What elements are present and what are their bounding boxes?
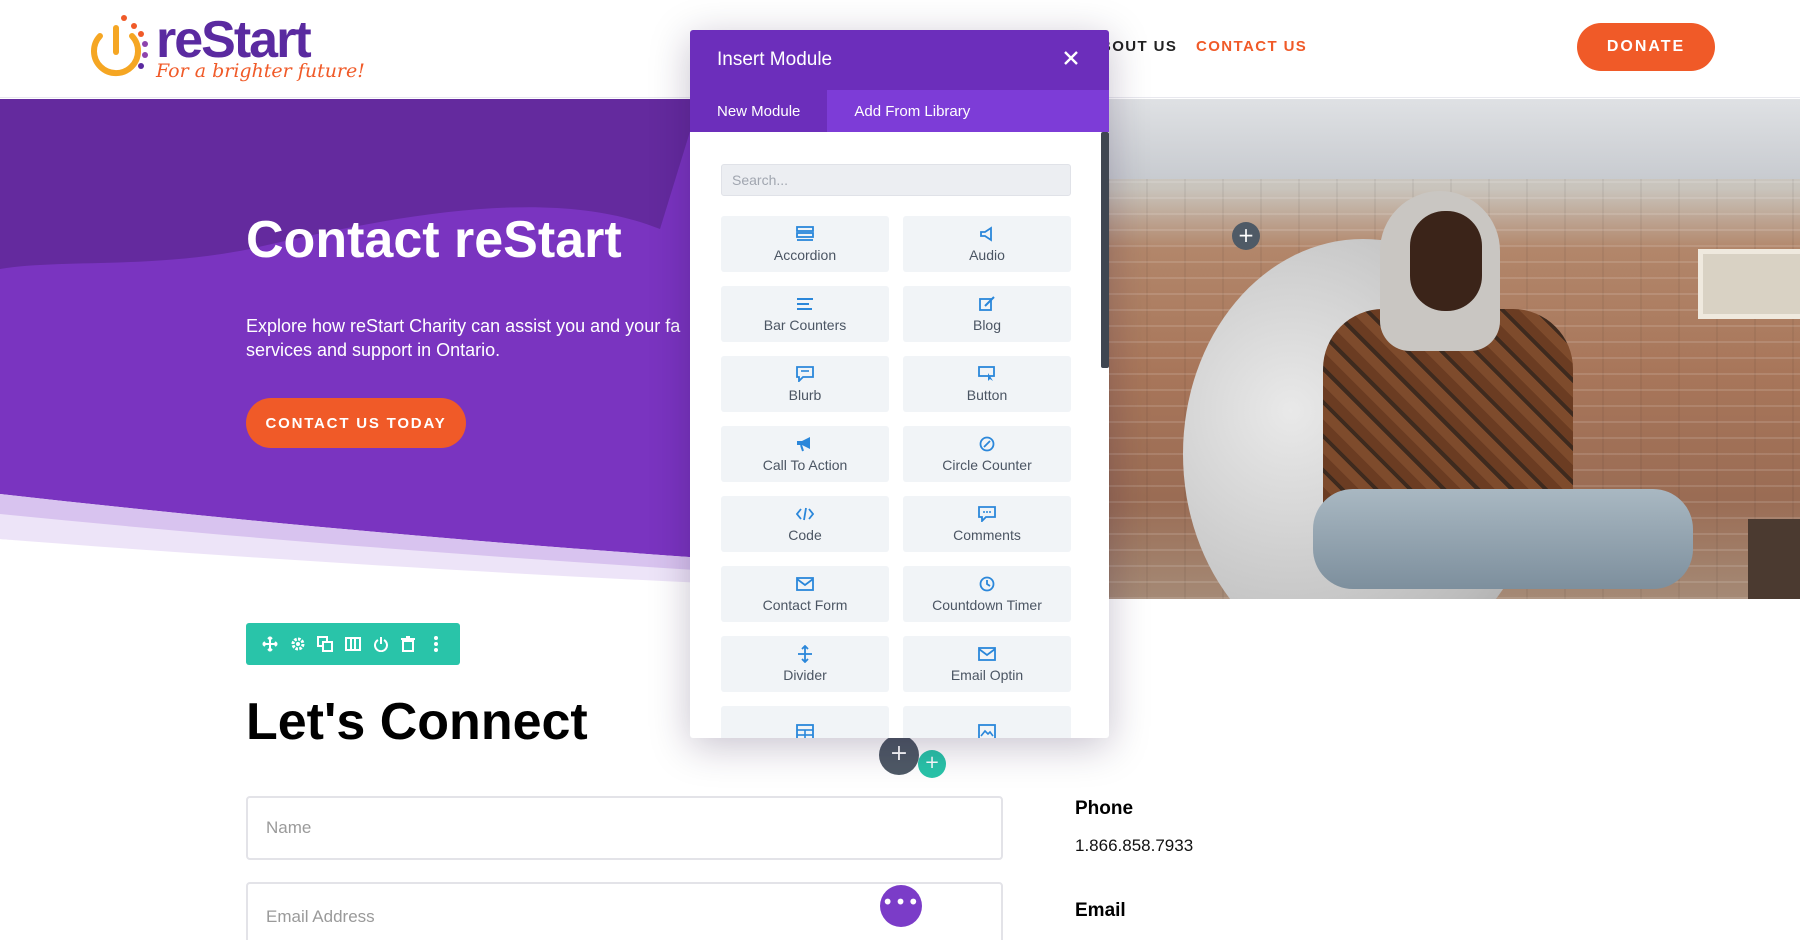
module-label: Circle Counter (942, 457, 1032, 473)
phone-value: 1.866.858.7933 (1075, 836, 1194, 855)
modal-tabs: New Module Add From Library (690, 90, 1109, 132)
code-icon (796, 505, 814, 523)
hero-title: Contact reStart (246, 211, 622, 269)
page-settings-icon[interactable]: ••• (880, 885, 922, 927)
close-icon[interactable] (1059, 46, 1083, 70)
module-call-to-action[interactable]: Call To Action (721, 426, 889, 482)
module-audio[interactable]: Audio (903, 216, 1071, 272)
module-label: Blurb (788, 387, 822, 403)
lets-connect-heading: Let's Connect (246, 693, 588, 751)
image-icon (978, 723, 996, 738)
call-to-action-icon (796, 435, 814, 453)
contact-form-icon (796, 575, 814, 593)
insert-module-modal: Insert Module New Module Add From Librar… (690, 30, 1109, 738)
modal-body: Accordion Audio Bar Counters Blog Blurb … (690, 132, 1109, 738)
name-field[interactable] (246, 796, 1003, 860)
nav-contact-us[interactable]: CONTACT US (1196, 38, 1307, 55)
module-comments[interactable]: Comments (903, 496, 1071, 552)
modal-header: Insert Module (690, 30, 1109, 90)
module-countdown-timer[interactable]: Countdown Timer (903, 566, 1071, 622)
module-label: Contact Form (762, 597, 848, 613)
hero-subtitle-line1: Explore how reStart Charity can assist y… (246, 316, 681, 336)
circle-counter-icon (978, 435, 996, 453)
power-icon[interactable] (371, 634, 391, 654)
photo-window-dark (1748, 519, 1800, 599)
duplicate-icon[interactable] (315, 634, 335, 654)
photo-window (1698, 249, 1800, 319)
audio-icon (978, 225, 996, 243)
email-optin-icon (978, 645, 996, 663)
move-icon[interactable] (260, 634, 280, 654)
module-circle-counter[interactable]: Circle Counter (903, 426, 1071, 482)
module-button[interactable]: Button (903, 356, 1071, 412)
module-gallery[interactable] (721, 706, 889, 738)
button-icon (978, 365, 996, 383)
add-section-icon[interactable]: + (918, 750, 946, 778)
module-grid: Accordion Audio Bar Counters Blog Blurb … (721, 216, 1071, 738)
add-module-icon[interactable]: + (1232, 222, 1260, 250)
blurb-icon (796, 365, 814, 383)
module-label: Comments (953, 527, 1021, 543)
site-logo[interactable]: reStart For a brighter future! (84, 12, 365, 84)
more-options-icon[interactable] (426, 634, 446, 654)
module-divider[interactable]: Divider (721, 636, 889, 692)
module-email-optin[interactable]: Email Optin (903, 636, 1071, 692)
nav-about-us[interactable]: BOUT US (1100, 38, 1177, 55)
hero-subtitle-line2: services and support in Ontario. (246, 340, 501, 360)
module-label: Countdown Timer (932, 597, 1042, 613)
gallery-icon (796, 723, 814, 738)
tab-add-from-library[interactable]: Add From Library (827, 90, 997, 132)
comments-icon (978, 505, 996, 523)
power-logo-icon (91, 15, 148, 77)
module-label: Audio (969, 247, 1005, 263)
module-accordion[interactable]: Accordion (721, 216, 889, 272)
bar-counters-icon (796, 295, 814, 313)
module-bar-counters[interactable]: Bar Counters (721, 286, 889, 342)
logo-tagline: For a brighter future! (156, 60, 365, 82)
module-label: Code (788, 527, 822, 543)
module-label: Blog (972, 317, 1002, 333)
tab-new-module[interactable]: New Module (690, 90, 828, 132)
module-blurb[interactable]: Blurb (721, 356, 889, 412)
donate-button[interactable]: DONATE (1577, 23, 1715, 71)
module-label: Divider (783, 667, 827, 683)
module-label: Call To Action (762, 457, 848, 473)
module-image[interactable] (903, 706, 1071, 738)
module-blog[interactable]: Blog (903, 286, 1071, 342)
module-label: Button (966, 387, 1008, 403)
photo-person-face (1410, 211, 1482, 311)
module-code[interactable]: Code (721, 496, 889, 552)
row-settings-toolbar (246, 623, 460, 665)
photo-person-jeans (1313, 489, 1693, 589)
search-input[interactable] (721, 164, 1071, 196)
add-row-icon[interactable]: + (879, 735, 919, 775)
email-label: Email (1075, 900, 1126, 921)
module-label: Accordion (773, 247, 837, 263)
blog-icon (978, 295, 996, 313)
modal-scrollbar[interactable] (1101, 132, 1109, 368)
trash-icon[interactable] (398, 634, 418, 654)
hero-subtitle: Explore how reStart Charity can assist y… (246, 314, 706, 362)
countdown-timer-icon (978, 575, 996, 593)
divider-icon (796, 645, 814, 663)
contact-us-today-button[interactable]: CONTACT US TODAY (246, 398, 466, 448)
hero-photo (1108, 99, 1800, 599)
accordion-icon (796, 225, 814, 243)
module-contact-form[interactable]: Contact Form (721, 566, 889, 622)
module-label: Email Optin (950, 667, 1024, 683)
columns-icon[interactable] (343, 634, 363, 654)
module-label: Bar Counters (763, 317, 847, 333)
modal-title: Insert Module (717, 49, 833, 70)
gear-icon[interactable] (288, 634, 308, 654)
phone-label: Phone (1075, 798, 1134, 819)
photo-roof (1108, 99, 1800, 179)
